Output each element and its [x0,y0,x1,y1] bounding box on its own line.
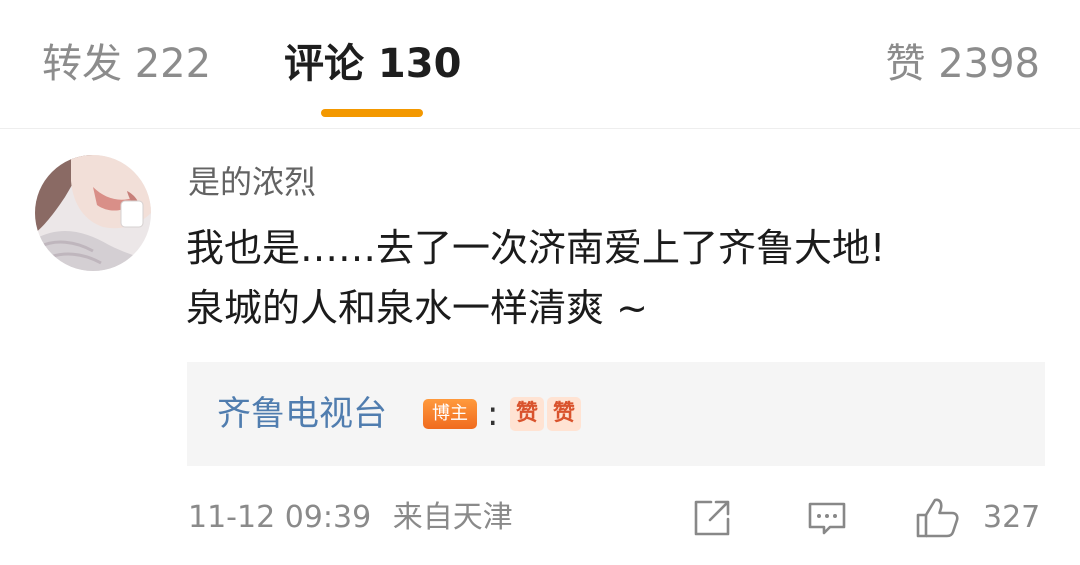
reply-button[interactable] [805,496,849,540]
comment-body: 我也是……去了一次济南爱上了齐鲁大地! 泉城的人和泉水一样清爽 ~ [186,218,885,338]
avatar[interactable] [35,155,151,271]
reply-author-name[interactable]: 齐鲁电视台 [217,390,387,438]
author-reply[interactable]: 齐鲁电视台 博主 : 赞 赞 [187,362,1045,466]
comment-icon [808,502,846,535]
tab-likes[interactable]: 赞 2398 [885,38,1040,90]
reply-emoji-group: 赞 赞 [510,397,581,431]
thumbs-up-icon [916,498,959,538]
reply-separator: : [487,394,499,434]
tab-repost[interactable]: 转发 222 [42,38,211,90]
comment-meta: 11-12 09:39 来自天津 [188,496,513,540]
comment-source: 来自天津 [392,500,513,535]
blogger-badge: 博主 [423,399,477,429]
active-tab-indicator [321,109,423,117]
share-icon [694,500,730,536]
comment-text-line: 我也是……去了一次济南爱上了齐鲁大地! [186,226,886,270]
avatar-photo [35,155,151,271]
share-button[interactable] [690,496,734,540]
comment-text-line: 泉城的人和泉水一样清爽 ~ [186,286,648,330]
tab-bar: 转发 222 评论 130 赞 2398 [0,0,1080,129]
like-button[interactable]: 327 [914,496,1049,540]
tab-comments[interactable]: 评论 130 [284,38,461,90]
like-count: 327 [983,500,1041,535]
zan-emoji-icon: 赞 [510,397,544,431]
zan-emoji-icon: 赞 [547,397,581,431]
comment-timestamp: 11-12 09:39 [188,500,372,535]
comment-username[interactable]: 是的浓烈 [188,160,316,204]
